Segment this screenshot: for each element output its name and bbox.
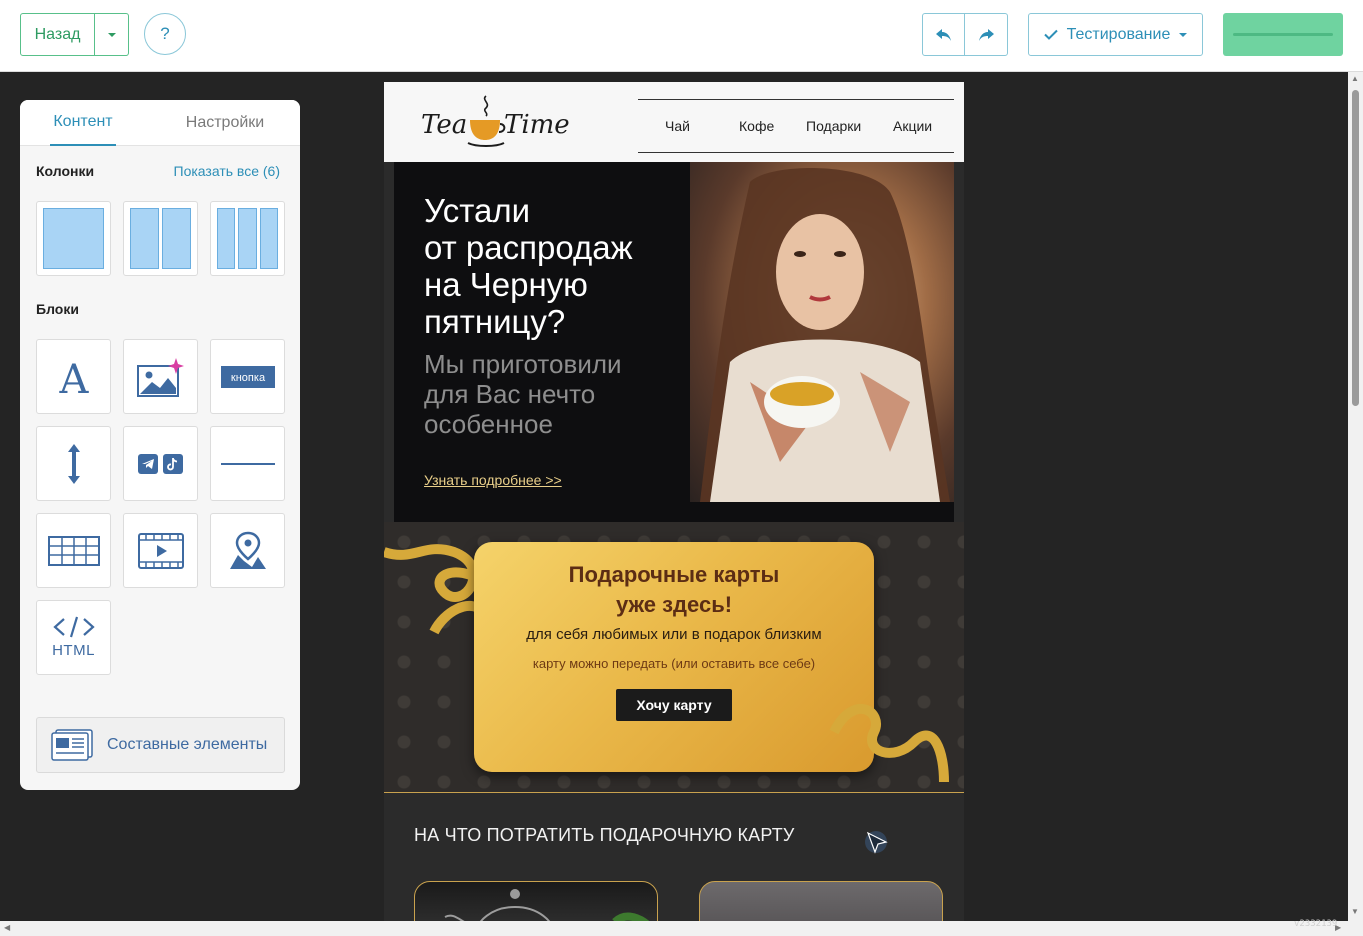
composite-elements-icon	[51, 729, 93, 761]
scroll-up-arrow-icon[interactable]: ▲	[1351, 74, 1359, 83]
two-column-layout[interactable]	[123, 201, 198, 276]
help-button[interactable]: ?	[144, 13, 186, 55]
hero-photo-illustration	[700, 168, 950, 503]
gift-card-banner: Подарочные карты уже здесь! для себя люб…	[474, 542, 874, 772]
table-grid-icon	[47, 535, 100, 566]
button-block-label: кнопка	[230, 372, 265, 384]
html-block[interactable]: HTML	[36, 600, 111, 675]
tab-settings[interactable]: Настройки	[180, 100, 270, 146]
three-column-layout[interactable]	[210, 201, 285, 276]
gold-divider	[384, 792, 964, 793]
product-card-second[interactable]	[699, 881, 943, 921]
mouse-cursor-icon	[865, 831, 888, 854]
content-panel: Контент Настройки Колонки Показать все (…	[20, 100, 300, 790]
redo-icon[interactable]	[965, 14, 1007, 55]
gift-card-title-line: Подарочные карты	[568, 562, 780, 587]
hero-headline-line: Устали	[424, 192, 531, 229]
checkmark-icon	[1043, 29, 1058, 40]
divider-block[interactable]	[210, 426, 285, 501]
nav-item-tea[interactable]: Чай	[665, 118, 690, 134]
testing-dropdown-button[interactable]: Тестирование	[1028, 13, 1203, 56]
map-block[interactable]	[210, 513, 285, 588]
email-canvas: Tea Time Чай Кофе Подарки Акции Устали о…	[384, 82, 964, 921]
code-brackets-icon	[52, 616, 95, 638]
tab-content[interactable]: Контент	[50, 100, 116, 146]
one-column-layout[interactable]	[36, 201, 111, 276]
hero-headline-line: на Черную	[424, 266, 588, 303]
vertical-scroll-thumb[interactable]	[1352, 90, 1359, 406]
back-dropdown-caret-icon[interactable]	[95, 14, 128, 55]
testing-label: Тестирование	[1066, 25, 1171, 43]
gift-card-section[interactable]: Подарочные карты уже здесь! для себя люб…	[384, 522, 964, 792]
video-block[interactable]	[123, 513, 198, 588]
back-button[interactable]: Назад	[21, 14, 95, 55]
gift-card-title-line: уже здесь!	[615, 592, 733, 617]
editor-workspace: Контент Настройки Колонки Показать все (…	[0, 72, 1348, 921]
hero-subtitle-line: для Вас нечто	[424, 379, 596, 409]
one-column-preview-icon	[43, 208, 104, 269]
nav-item-promotions[interactable]: Акции	[893, 118, 932, 134]
back-button-group: Назад	[20, 13, 129, 56]
blocks-section-title: Блоки	[36, 301, 79, 317]
hero-headline-line: от распродаж	[424, 229, 633, 266]
columns-section-title: Колонки	[36, 163, 95, 179]
version-label: v2332139	[1294, 919, 1338, 929]
table-block[interactable]	[36, 513, 111, 588]
learn-more-link[interactable]: Узнать подробнее >>	[424, 472, 562, 488]
two-column-preview-icon	[130, 208, 191, 269]
save-button-placeholder-line	[1233, 33, 1333, 36]
composite-elements-button[interactable]: Составные элементы	[36, 717, 285, 773]
scroll-left-arrow-icon[interactable]: ◀	[4, 923, 10, 932]
map-pin-icon	[229, 531, 266, 569]
social-icons-icon	[137, 453, 183, 474]
save-button[interactable]	[1223, 13, 1343, 56]
undo-icon[interactable]	[923, 14, 965, 55]
vertical-arrows-icon	[67, 443, 80, 484]
teapot-image	[444, 889, 650, 921]
divider-line-icon	[220, 462, 275, 465]
hero-subtitle-line: Мы приготовили	[424, 349, 622, 379]
spacer-block[interactable]	[36, 426, 111, 501]
hero-headline: Устали от распродаж на Черную пятницу?	[424, 192, 684, 340]
show-all-columns-link[interactable]: Показать все (6)	[174, 163, 280, 179]
hero-section[interactable]: Устали от распродаж на Черную пятницу? М…	[394, 162, 954, 522]
nav-item-gifts[interactable]: Подарки	[806, 118, 861, 134]
hero-subtitle: Мы приготовили для Вас нечто особенное	[424, 349, 664, 439]
top-toolbar: Назад ? Тестирование	[0, 0, 1363, 72]
html-block-label: HTML	[52, 642, 95, 659]
gift-card-subtitle: для себя любимых или в подарок близким	[526, 626, 822, 643]
hero-photo-woman-with-tea	[690, 162, 954, 503]
image-block[interactable]	[123, 339, 198, 414]
vertical-scrollbar[interactable]: ▲ ▼	[1348, 72, 1363, 921]
horizontal-scrollbar[interactable]: ◀ ▶	[0, 921, 1363, 936]
product-card-teapot[interactable]	[414, 881, 658, 921]
panel-tabs: Контент Настройки	[20, 100, 300, 146]
hero-subtitle-line: особенное	[424, 409, 553, 439]
logo-text-time: Time	[504, 110, 570, 140]
undo-redo-group	[922, 13, 1008, 56]
social-block[interactable]	[123, 426, 198, 501]
text-block-icon: A	[58, 357, 89, 397]
gold-ribbon-right-decoration	[829, 704, 949, 783]
button-block-icon: кнопка	[220, 365, 275, 388]
teacup-logo-icon	[467, 95, 506, 147]
scroll-down-arrow-icon[interactable]: ▼	[1351, 907, 1359, 916]
logo-text-tea: Tea	[421, 110, 468, 140]
svg-text:A: A	[58, 357, 89, 397]
nav-item-coffee[interactable]: Кофе	[739, 118, 774, 134]
want-card-button[interactable]: Хочу карту	[616, 689, 732, 721]
hero-headline-line: пятницу?	[424, 303, 566, 340]
video-icon	[137, 532, 184, 569]
three-column-preview-icon	[217, 208, 278, 269]
email-navbar: Чай Кофе Подарки Акции	[638, 99, 954, 153]
gift-card-title: Подарочные карты уже здесь!	[474, 560, 874, 620]
button-block[interactable]: кнопка	[210, 339, 285, 414]
spend-section-title: НА ЧТО ПОТРАТИТЬ ПОДАРОЧНУЮ КАРТУ	[414, 825, 795, 845]
image-block-icon	[136, 357, 184, 397]
email-header: Tea Time Чай Кофе Подарки Акции	[384, 82, 964, 162]
chevron-down-icon	[1179, 32, 1188, 37]
composite-elements-label: Составные элементы	[107, 736, 268, 753]
text-block[interactable]: A	[36, 339, 111, 414]
gift-card-note: карту можно передать (или оставить все с…	[532, 656, 816, 671]
